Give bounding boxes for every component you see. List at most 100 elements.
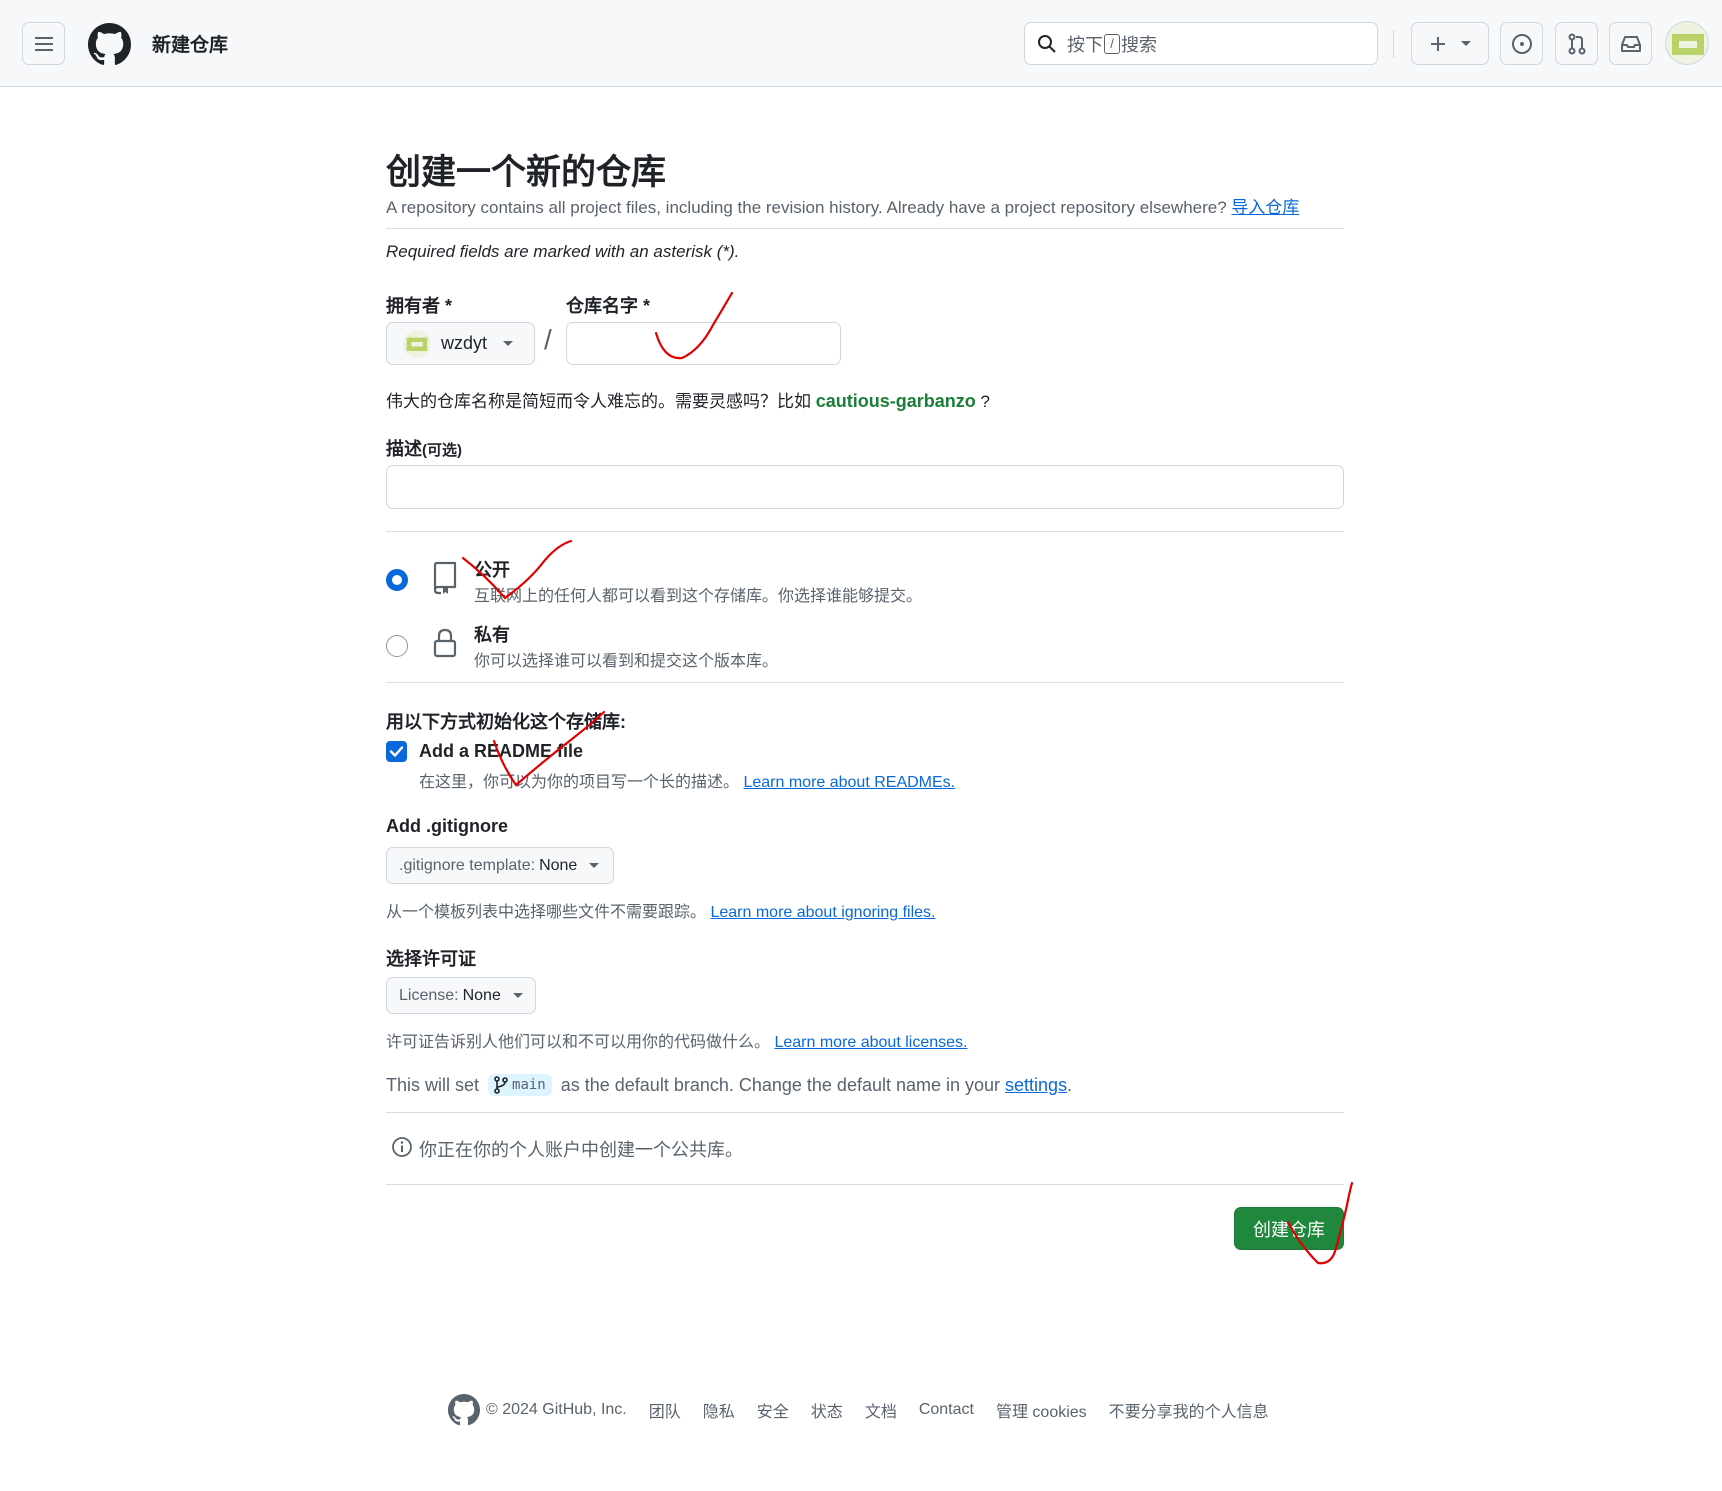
- repo-name-label-text: 仓库名字: [566, 296, 638, 316]
- suggested-name[interactable]: cautious-garbanzo: [816, 391, 976, 411]
- settings-link[interactable]: settings: [1005, 1075, 1067, 1096]
- footer-link-docs[interactable]: 文档: [865, 1398, 897, 1422]
- readme-desc-text: 在这里，你可以为你的项目写一个长的描述。: [419, 774, 740, 791]
- divider: [386, 1184, 1344, 1185]
- footer-link-team[interactable]: 团队: [649, 1398, 681, 1422]
- required-asterisk: *: [643, 296, 651, 316]
- menu-button[interactable]: [22, 22, 65, 65]
- visibility-public-radio[interactable]: [386, 569, 408, 591]
- divider: [386, 1112, 1344, 1113]
- owner-select[interactable]: wzdyt: [386, 322, 535, 365]
- default-branch-prefix: This will set: [386, 1074, 485, 1095]
- visibility-public-title: 公开: [474, 560, 510, 580]
- license-heading: 选择许可证: [386, 949, 476, 969]
- footer-copyright: © 2024 GitHub, Inc.: [486, 1401, 627, 1418]
- app-header: 新建仓库 按下 / 搜索: [0, 0, 1722, 87]
- footer-link-privacy[interactable]: 隐私: [703, 1398, 735, 1422]
- pull-requests-button[interactable]: [1555, 22, 1598, 65]
- license-desc-text: 许可证告诉别人他们可以和不可以用你的代码做什么。: [386, 1034, 771, 1051]
- chevron-down-icon: [503, 341, 514, 346]
- footer: © 2024 GitHub, Inc. 团队 隐私 安全 状态 文档 Conta…: [448, 1394, 1269, 1426]
- divider: [386, 531, 1344, 532]
- check-icon: [389, 746, 404, 757]
- issues-button[interactable]: [1500, 22, 1543, 65]
- footer-link-manage-cookies[interactable]: 管理 cookies: [996, 1398, 1087, 1422]
- page-title: 创建一个新的仓库: [386, 153, 667, 192]
- repo-name-hint: 伟大的仓库名称是简短而令人难忘的。需要灵感吗？比如 cautious-garba…: [386, 387, 990, 412]
- repo-icon: [433, 561, 457, 595]
- footer-link-status[interactable]: 状态: [811, 1398, 843, 1422]
- search-icon: [1038, 34, 1056, 53]
- license-learn-more-link[interactable]: Learn more about licenses.: [774, 1034, 967, 1051]
- description-label-text: 描述: [386, 439, 422, 459]
- github-logo-icon[interactable]: [88, 23, 131, 66]
- gitignore-desc-text: 从一个模板列表中选择哪些文件不需要跟踪。: [386, 904, 707, 921]
- github-logo-icon[interactable]: [448, 1394, 480, 1426]
- header-title: 新建仓库: [152, 35, 229, 56]
- git-branch-icon: [494, 1076, 508, 1094]
- divider: [386, 228, 1344, 229]
- license-select-value: None: [462, 986, 501, 1004]
- gitignore-learn-more-link[interactable]: Learn more about ignoring files.: [710, 904, 935, 921]
- readme-label[interactable]: Add a README file: [419, 741, 583, 762]
- init-heading: 用以下方式初始化这个存储库:: [386, 712, 626, 732]
- repo-name-hint-suffix: ?: [975, 392, 990, 411]
- readme-desc: 在这里，你可以为你的项目写一个长的描述。 Learn more about RE…: [419, 768, 955, 792]
- chevron-down-icon: [512, 993, 523, 998]
- header-divider: [1393, 30, 1394, 58]
- hamburger-icon: [34, 36, 53, 51]
- visibility-private-desc: 你可以选择谁可以看到和提交这个版本库。: [474, 653, 779, 670]
- identicon-icon: [1672, 34, 1704, 55]
- search-suffix: 搜索: [1121, 34, 1157, 55]
- visibility-private-title: 私有: [474, 625, 510, 645]
- inbox-button[interactable]: [1609, 22, 1652, 65]
- lock-icon: [433, 628, 457, 658]
- footer-link-do-not-share[interactable]: 不要分享我的个人信息: [1109, 1398, 1269, 1422]
- user-avatar[interactable]: [1665, 21, 1709, 65]
- gitignore-select-prefix: .gitignore template:: [399, 856, 536, 874]
- annotation-check-marks: [461, 291, 1354, 1265]
- license-select[interactable]: License: None: [386, 977, 536, 1014]
- repo-name-input[interactable]: [566, 322, 841, 365]
- inbox-icon: [1620, 35, 1641, 52]
- repo-name-label: 仓库名字 *: [566, 292, 650, 318]
- page-subtitle: A repository contains all project files,…: [386, 193, 1299, 218]
- repo-name-hint-text: 伟大的仓库名称是简短而令人难忘的。需要灵感吗？比如: [386, 392, 816, 411]
- footer-link-security[interactable]: 安全: [757, 1398, 789, 1422]
- issue-icon: [1511, 33, 1532, 54]
- required-asterisk: *: [445, 296, 453, 316]
- import-repo-link[interactable]: 导入仓库: [1231, 198, 1299, 217]
- gitignore-select[interactable]: .gitignore template: None: [386, 847, 614, 884]
- owner-label: 拥有者 *: [386, 292, 452, 318]
- license-desc: 许可证告诉别人他们可以和不可以用你的代码做什么。 Learn more abou…: [386, 1028, 967, 1052]
- default-branch-suffix: .: [1067, 1074, 1073, 1095]
- create-repository-button[interactable]: 创建仓库: [1234, 1207, 1344, 1250]
- branch-chip: main: [488, 1074, 552, 1096]
- readme-checkbox[interactable]: [386, 741, 407, 762]
- identicon-icon: [406, 337, 428, 351]
- required-note: Required fields are marked with an aster…: [386, 242, 740, 261]
- page-subtitle-text: A repository contains all project files,…: [386, 198, 1232, 217]
- search-text: 按下: [1067, 34, 1103, 55]
- optional-tag: (可选): [422, 442, 462, 459]
- plus-icon: [1431, 36, 1445, 51]
- readme-learn-more-link[interactable]: Learn more about READMEs.: [743, 774, 955, 791]
- gitignore-heading: Add .gitignore: [386, 816, 508, 836]
- gitignore-desc: 从一个模板列表中选择哪些文件不需要跟踪。 Learn more about ig…: [386, 898, 936, 922]
- description-label: 描述(可选): [386, 435, 462, 461]
- search-input[interactable]: 按下 / 搜索: [1024, 22, 1378, 65]
- chevron-down-icon: [589, 863, 600, 868]
- owner-value: wzdyt: [441, 333, 488, 353]
- search-key-hint: /: [1104, 33, 1120, 54]
- description-input[interactable]: [386, 465, 1344, 509]
- visibility-private-radio[interactable]: [386, 635, 408, 657]
- divider: [386, 682, 1344, 683]
- footer-link-contact[interactable]: Contact: [919, 1401, 974, 1419]
- visibility-notice: 你正在你的个人账户中创建一个公共库。: [419, 1140, 743, 1160]
- chevron-down-icon: [1461, 41, 1471, 46]
- create-new-button[interactable]: [1411, 22, 1489, 65]
- visibility-public-desc: 互联网上的任何人都可以看到这个存储库。你选择谁能够提交。: [474, 588, 923, 605]
- pull-request-icon: [1568, 33, 1585, 54]
- info-icon: [392, 1137, 412, 1157]
- default-branch-name: main: [512, 1077, 546, 1093]
